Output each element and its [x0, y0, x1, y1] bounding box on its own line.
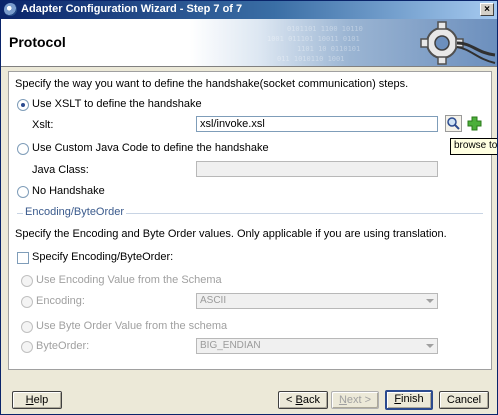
wizard-window: Adapter Configuration Wizard - Step 7 of…: [0, 0, 498, 415]
java-class-label: Java Class:: [32, 164, 89, 176]
byteorder-radio[interactable]: [21, 341, 33, 353]
encoding-radio[interactable]: [21, 296, 33, 308]
protocol-panel: Specify the way you want to define the h…: [8, 71, 492, 370]
no-handshake-radio[interactable]: [17, 186, 29, 198]
gear-icon: [420, 21, 496, 65]
use-encoding-schema-label[interactable]: Use Encoding Value from the Schema: [36, 274, 222, 286]
encoding-section-title: Encoding/ByteOrder: [23, 206, 127, 218]
title-bar[interactable]: Adapter Configuration Wizard - Step 7 of…: [1, 1, 497, 19]
xslt-field-label: Xslt:: [32, 119, 54, 131]
back-label: ack: [302, 394, 320, 406]
chevron-down-icon: [426, 299, 434, 303]
xslt-radio[interactable]: [17, 99, 29, 111]
help-mnemonic: H: [25, 394, 34, 406]
back-prefix: <: [286, 394, 296, 406]
java-radio-label[interactable]: Use Custom Java Code to define the hands…: [32, 142, 269, 154]
close-button[interactable]: ×: [480, 3, 494, 16]
next-label: ext >: [346, 394, 372, 406]
intro-text: Specify the way you want to define the h…: [15, 78, 409, 90]
page-title: Protocol: [9, 34, 66, 50]
finish-label: inish: [401, 393, 424, 405]
encoding-label[interactable]: Encoding:: [36, 295, 85, 307]
help-label: elp: [33, 394, 49, 406]
next-mnemonic: N: [338, 394, 347, 406]
svg-text:0101101 1100 10110: 0101101 1100 10110: [287, 25, 363, 33]
banner-graphic: 0101101 1100 10110 1001 011101 10011 010…: [267, 21, 496, 65]
use-encoding-schema-radio[interactable]: [21, 275, 33, 287]
specify-encoding-checkbox[interactable]: [17, 252, 29, 264]
xslt-radio-label[interactable]: Use XSLT to define the handshake: [32, 98, 202, 110]
add-icon[interactable]: [466, 115, 483, 132]
next-button[interactable]: Next >: [331, 391, 379, 409]
byteorder-label[interactable]: ByteOrder:: [36, 340, 89, 352]
finish-button[interactable]: Finish: [385, 390, 433, 410]
java-radio[interactable]: [17, 143, 29, 155]
use-byteorder-schema-label[interactable]: Use Byte Order Value from the schema: [36, 320, 227, 332]
wizard-header: Protocol 0101101 1100 10110 1001 011101 …: [1, 19, 497, 67]
no-handshake-label[interactable]: No Handshake: [32, 185, 105, 197]
app-icon: [4, 3, 17, 16]
encoding-select-value: ASCII: [200, 295, 227, 306]
specify-encoding-label[interactable]: Specify Encoding/ByteOrder:: [32, 251, 173, 263]
svg-text:1101 10 0110101: 1101 10 0110101: [297, 45, 360, 53]
chevron-down-icon: [426, 344, 434, 348]
xslt-input[interactable]: xsl/invoke.xsl: [196, 116, 438, 132]
svg-text:1001 011101 10011 0101: 1001 011101 10011 0101: [267, 35, 360, 43]
cancel-button[interactable]: Cancel: [439, 391, 489, 409]
back-mnemonic: B: [295, 394, 303, 406]
window-title: Adapter Configuration Wizard - Step 7 of…: [21, 3, 243, 15]
svg-text:011 1010110 1001: 011 1010110 1001: [277, 55, 344, 63]
encoding-select[interactable]: ASCII: [196, 293, 438, 309]
back-button[interactable]: < Back: [278, 391, 328, 409]
encoding-description: Specify the Encoding and Byte Order valu…: [15, 228, 447, 240]
byteorder-select[interactable]: BIG_ENDIAN: [196, 338, 438, 354]
byteorder-select-value: BIG_ENDIAN: [200, 340, 261, 351]
browse-tooltip: browse to s: [450, 138, 497, 155]
help-button[interactable]: Help: [12, 391, 62, 409]
java-class-input[interactable]: [196, 161, 438, 177]
search-icon[interactable]: [445, 115, 462, 132]
use-byteorder-schema-radio[interactable]: [21, 321, 33, 333]
